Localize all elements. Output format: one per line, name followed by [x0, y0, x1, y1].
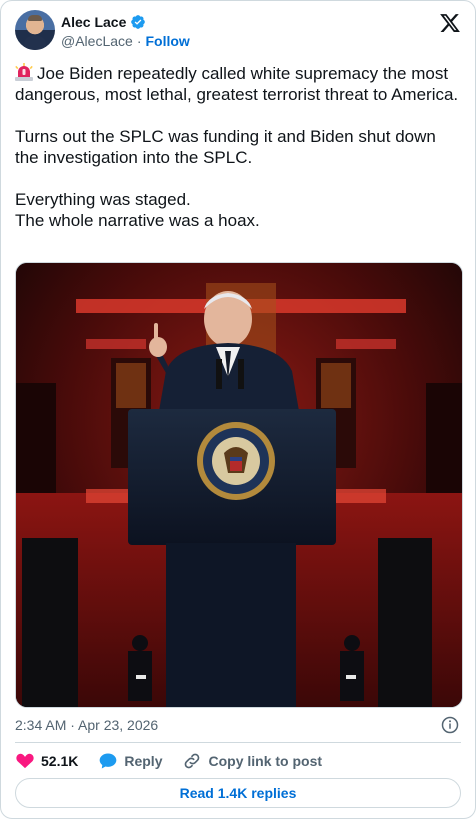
- tweet-header: Alec Lace @AlecLace · Follow: [15, 10, 461, 54]
- heart-icon: [16, 753, 34, 769]
- tweet-line-2: Turns out the SPLC was funding it and Bi…: [15, 127, 436, 167]
- reply-bubble-icon: [100, 753, 117, 769]
- tweet-photo[interactable]: [15, 262, 463, 708]
- tweet-timestamp[interactable]: 2:34 AM · Apr 23, 2026: [15, 717, 158, 733]
- author-name-line: Alec Lace: [61, 14, 146, 30]
- copy-link-button[interactable]: Copy link to post: [182, 751, 322, 771]
- footer-divider: [15, 742, 461, 743]
- author-handle[interactable]: @AlecLace: [61, 33, 133, 49]
- copy-link-label: Copy link to post: [208, 753, 323, 769]
- read-replies-button[interactable]: Read 1.4K replies: [15, 778, 461, 808]
- avatar[interactable]: [15, 10, 55, 50]
- action-bar: 52.1K Reply Copy link to post: [15, 750, 322, 772]
- like-button[interactable]: 52.1K: [15, 751, 78, 771]
- tweet-paragraph-1: Joe Biden repeatedly called white suprem…: [15, 63, 461, 105]
- like-count: 52.1K: [41, 753, 79, 769]
- siren-icon: [15, 63, 33, 81]
- tweet-card: Alec Lace @AlecLace · Follow Joe Biden r…: [0, 0, 476, 819]
- photo-illustration: [16, 263, 462, 707]
- reply-button[interactable]: Reply: [98, 751, 162, 771]
- follow-button[interactable]: Follow: [145, 33, 189, 49]
- info-icon[interactable]: [441, 716, 459, 734]
- tweet-line-4: The whole narrative was a hoax.: [15, 211, 260, 230]
- verified-badge-icon: [131, 15, 146, 29]
- tweet-text: Joe Biden repeatedly called white suprem…: [15, 63, 461, 231]
- tweet-line-3: Everything was staged.: [15, 190, 191, 209]
- link-icon: [185, 753, 200, 769]
- x-logo-icon[interactable]: [439, 12, 461, 34]
- separator-dot: ·: [136, 33, 142, 49]
- tweet-line-1: Joe Biden repeatedly called white suprem…: [15, 64, 459, 104]
- author-handle-line: @AlecLace · Follow: [61, 33, 190, 49]
- reply-label: Reply: [124, 753, 163, 769]
- author-display-name[interactable]: Alec Lace: [61, 14, 126, 30]
